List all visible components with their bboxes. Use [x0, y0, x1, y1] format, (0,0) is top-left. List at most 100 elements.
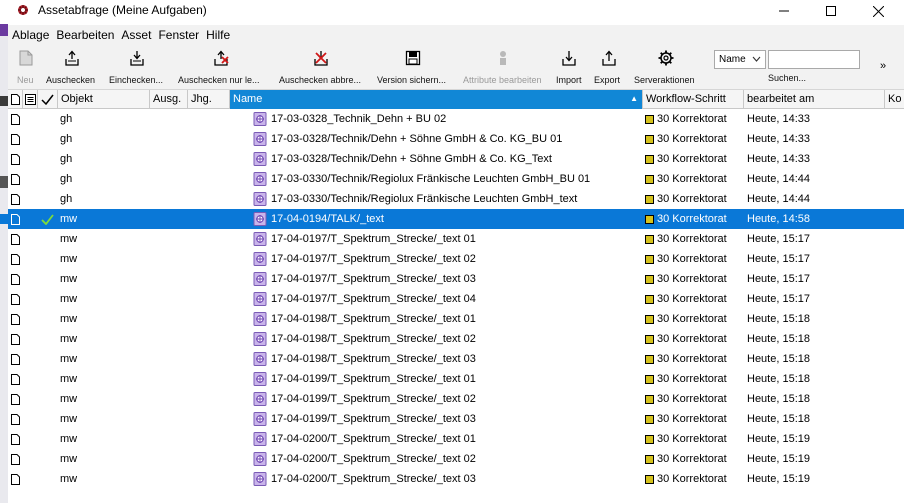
cell-name: 17-04-0197/T_Spektrum_Strecke/_text 03: [271, 273, 476, 285]
maximize-button[interactable]: [808, 0, 854, 22]
table-row[interactable]: mw 17-04-0197/T_Spektrum_Strecke/_text 01…: [8, 229, 904, 249]
close-button[interactable]: [855, 0, 901, 22]
table-row[interactable]: mw 17-04-0198/T_Spektrum_Strecke/_text 02…: [8, 329, 904, 349]
table-row[interactable]: mw 17-04-0198/T_Spektrum_Strecke/_text 01…: [8, 309, 904, 329]
attributes-icon: [500, 51, 506, 65]
menu-asset[interactable]: Asset: [121, 28, 151, 42]
cell-objekt: gh: [60, 173, 73, 185]
table-row[interactable]: gh 17-03-0328_Technik_Dehn + BU 02 30 Korr…: [8, 109, 904, 129]
column-list-header[interactable]: [23, 90, 38, 109]
table-row[interactable]: mw 17-04-0198/T_Spektrum_Strecke/_text 03…: [8, 349, 904, 369]
column-name[interactable]: Name ▲: [230, 90, 643, 109]
export-button[interactable]: Export: [592, 47, 628, 87]
document-icon: [11, 254, 20, 265]
cell-objekt: mw: [60, 273, 78, 285]
table-row[interactable]: gh 17-03-0330/Technik/Regiolux Fränkische…: [8, 169, 904, 189]
menu-ablage[interactable]: Ablage: [12, 28, 49, 42]
cell-date: Heute, 14:44: [747, 193, 810, 205]
document-icon: [11, 314, 20, 325]
cell-workflow: 30 Korrektorat: [657, 293, 727, 305]
table-row[interactable]: mw 17-04-0200/T_Spektrum_Strecke/_text 03…: [8, 469, 904, 489]
menu-bearbeiten[interactable]: Bearbeiten: [56, 28, 114, 42]
export-icon: [602, 50, 616, 66]
table-row[interactable]: mw 17-04-0197/T_Spektrum_Strecke/_text 02…: [8, 249, 904, 269]
table-row[interactable]: gh 17-03-0328/Technik/Dehn + Söhne GmbH &…: [8, 129, 904, 149]
gear-icon: [658, 50, 674, 66]
menu-fenster[interactable]: Fenster: [158, 28, 199, 42]
asset-type-icon: [253, 112, 267, 126]
import-button[interactable]: Import: [552, 47, 588, 87]
cell-objekt: mw: [60, 253, 78, 265]
cell-name: 17-04-0198/T_Spektrum_Strecke/_text 01: [271, 313, 476, 325]
column-ko[interactable]: Ko: [885, 90, 904, 109]
document-icon: [11, 134, 20, 145]
cell-workflow: 30 Korrektorat: [657, 193, 727, 205]
table-row[interactable]: mw 17-04-0199/T_Spektrum_Strecke/_text 01…: [8, 369, 904, 389]
save-icon: [405, 50, 421, 66]
document-icon: [11, 374, 20, 385]
cell-date: Heute, 14:33: [747, 133, 810, 145]
checkout-readonly-icon: [214, 50, 229, 66]
sort-ascending-icon: ▲: [630, 94, 638, 103]
cancel-checkout-button[interactable]: Auschecken abbre...: [274, 47, 368, 87]
background-window-accent: [0, 176, 8, 188]
table-row[interactable]: mw 17-04-0199/T_Spektrum_Strecke/_text 03…: [8, 409, 904, 429]
column-bearbeitet-am[interactable]: bearbeitet am: [744, 90, 885, 109]
cell-objekt: mw: [60, 313, 78, 325]
cell-objekt: mw: [60, 473, 78, 485]
toolbar-overflow-button[interactable]: »: [880, 60, 886, 72]
cell-workflow: 30 Korrektorat: [657, 473, 727, 485]
cell-workflow: 30 Korrektorat: [657, 333, 727, 345]
save-version-button[interactable]: Version sichern...: [374, 47, 452, 87]
table-row[interactable]: mw 17-04-0197/T_Spektrum_Strecke/_text 03…: [8, 269, 904, 289]
cell-date: Heute, 15:17: [747, 293, 810, 305]
column-workflow[interactable]: Workflow-Schritt: [643, 90, 744, 109]
table-row[interactable]: gh 17-03-0330/Technik/Regiolux Fränkische…: [8, 189, 904, 209]
column-checked-header[interactable]: [38, 90, 58, 109]
minimize-button[interactable]: [761, 0, 807, 22]
table-row[interactable]: mw 17-04-0199/T_Spektrum_Strecke/_text 02…: [8, 389, 904, 409]
workflow-status-indicator: [645, 395, 654, 404]
cell-workflow: 30 Korrektorat: [657, 313, 727, 325]
table-row[interactable]: mw 17-04-0200/T_Spektrum_Strecke/_text 02…: [8, 449, 904, 469]
column-objekt[interactable]: Objekt: [58, 90, 150, 109]
cell-date: Heute, 15:18: [747, 333, 810, 345]
cell-date: Heute, 15:18: [747, 373, 810, 385]
server-actions-button[interactable]: Serveraktionen: [632, 47, 700, 87]
asset-type-icon: [253, 432, 267, 446]
table-row[interactable]: mw 17-04-0200/T_Spektrum_Strecke/_text 01…: [8, 429, 904, 449]
column-jhg[interactable]: Jhg.: [188, 90, 230, 109]
column-ausg[interactable]: Ausg.: [150, 90, 188, 109]
column-doc-header[interactable]: [8, 90, 23, 109]
cell-date: Heute, 15:19: [747, 473, 810, 485]
checkin-icon: [130, 51, 144, 66]
cell-name: 17-04-0198/T_Spektrum_Strecke/_text 03: [271, 353, 476, 365]
table-row[interactable]: mw 17-04-0194/TALK/_text 30 Korrektorat Heu…: [8, 209, 904, 229]
new-button[interactable]: Neu: [8, 47, 44, 87]
maximize-icon: [826, 6, 836, 16]
workflow-status-indicator: [645, 475, 654, 484]
search-field-select[interactable]: Name: [714, 50, 766, 69]
background-window-accent: [0, 96, 8, 106]
asset-type-icon: [253, 372, 267, 386]
cell-objekt: gh: [60, 113, 73, 125]
search-input[interactable]: [768, 50, 860, 69]
checkout-button[interactable]: Auschecken: [44, 47, 100, 87]
checkout-readonly-button[interactable]: Auschecken nur le...: [174, 47, 268, 87]
workflow-status-indicator: [645, 415, 654, 424]
menu-hilfe[interactable]: Hilfe: [206, 28, 230, 42]
cell-name: 17-04-0197/T_Spektrum_Strecke/_text 02: [271, 253, 476, 265]
checkin-button[interactable]: Einchecken...: [106, 47, 168, 87]
checkout-icon: [65, 50, 79, 66]
table-row[interactable]: mw 17-04-0197/T_Spektrum_Strecke/_text 04…: [8, 289, 904, 309]
table-body: gh 17-03-0328_Technik_Dehn + BU 02 30 Korr…: [8, 109, 904, 503]
cell-name: 17-04-0197/T_Spektrum_Strecke/_text 01: [271, 233, 476, 245]
edit-attributes-button[interactable]: Attribute bearbeiten: [460, 47, 546, 87]
checkmark-icon: [41, 94, 54, 105]
cell-workflow: 30 Korrektorat: [657, 273, 727, 285]
table-row[interactable]: gh 17-03-0328/Technik/Dehn + Söhne GmbH &…: [8, 149, 904, 169]
cell-date: Heute, 14:44: [747, 173, 810, 185]
cell-workflow: 30 Korrektorat: [657, 233, 727, 245]
table-header: Objekt Ausg. Jhg. Name ▲ Workflow-Schrit…: [8, 90, 904, 109]
document-icon: [11, 154, 20, 165]
